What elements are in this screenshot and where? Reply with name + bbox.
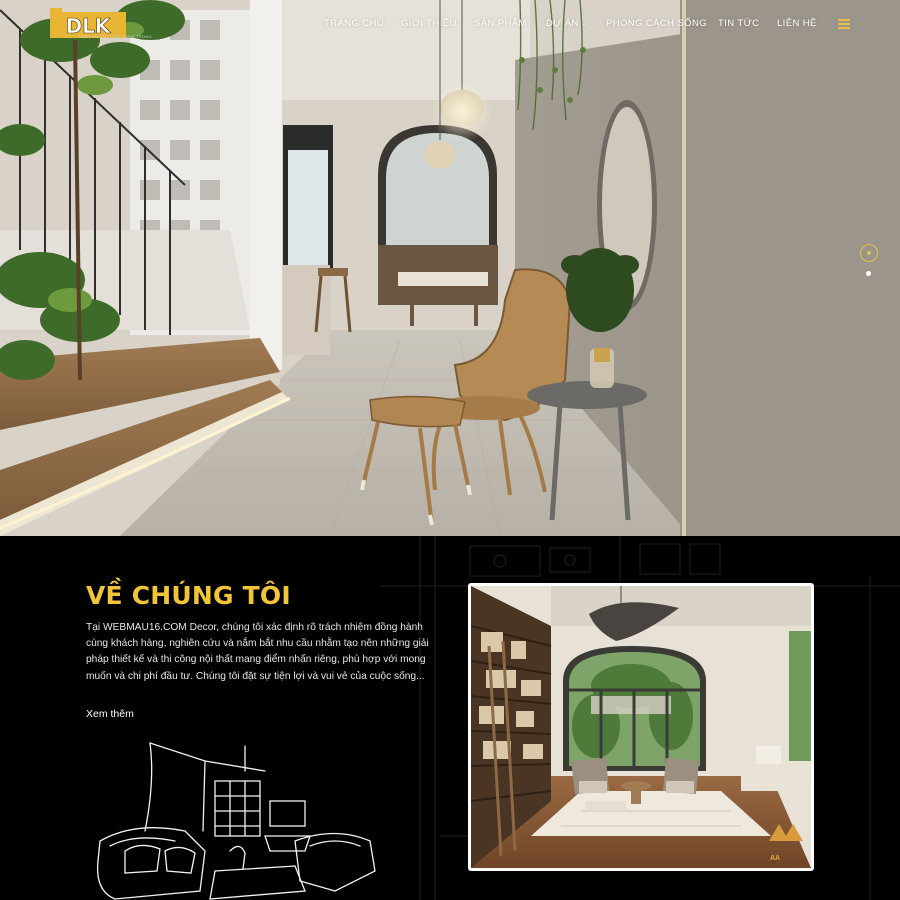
slide-dot[interactable]	[866, 271, 871, 276]
slider-pagination	[860, 244, 878, 280]
section-title: VỀ CHÚNG TÔI	[86, 581, 291, 610]
nav-item-contact[interactable]: LIÊN HỆ	[777, 18, 817, 29]
nav-item-label: GIỚI THIỆU	[401, 18, 457, 29]
nav-item-projects[interactable]: DỰ ÁN ⌄	[546, 18, 587, 29]
living-room-sketch	[96, 742, 376, 900]
nav-item-label: TIN TỨC	[718, 18, 760, 29]
main-nav: TRANG CHỦ GIỚI THIỆU SẢN PHẨM DỰ ÁN ⌄ PHO…	[0, 18, 900, 30]
nav-item-label: LIÊN HỆ	[777, 18, 817, 29]
read-more-link[interactable]: Xem thêm	[86, 708, 134, 720]
nav-item-label: PHONG CÁCH SỐNG	[606, 18, 708, 29]
chevron-down-icon: ⌄	[580, 21, 588, 28]
nav-item-label: DỰ ÁN	[546, 18, 579, 29]
about-photo	[468, 583, 814, 871]
hero-interior-image	[0, 0, 900, 536]
about-description: Tại WEBMAU16.COM Decor, chúng tôi xác đị…	[86, 622, 429, 682]
nav-item-news[interactable]: TIN TỨC	[718, 18, 759, 29]
nav-item-label: TRANG CHỦ	[324, 18, 385, 29]
nav-item-lifestyle[interactable]: PHONG CÁCH SỐNG	[606, 18, 707, 29]
nav-item-home[interactable]: TRANG CHỦ	[324, 18, 384, 29]
hero-banner: DLK THIẾT KẾ NỘI THẤT SANG TRỌNG TRANG C…	[0, 0, 900, 536]
nav-item-label: SẢN PHẨM	[474, 18, 527, 29]
photo-watermark: AA	[770, 855, 781, 862]
library-room-image	[471, 586, 811, 868]
slide-dot-active[interactable]	[860, 244, 878, 262]
logo-tagline: THIẾT KẾ NỘI THẤT SANG TRỌNG	[78, 34, 152, 39]
nav-item-products[interactable]: SẢN PHẨM	[474, 18, 527, 29]
hamburger-icon[interactable]	[838, 19, 850, 29]
nav-item-about[interactable]: GIỚI THIỆU	[401, 18, 457, 29]
